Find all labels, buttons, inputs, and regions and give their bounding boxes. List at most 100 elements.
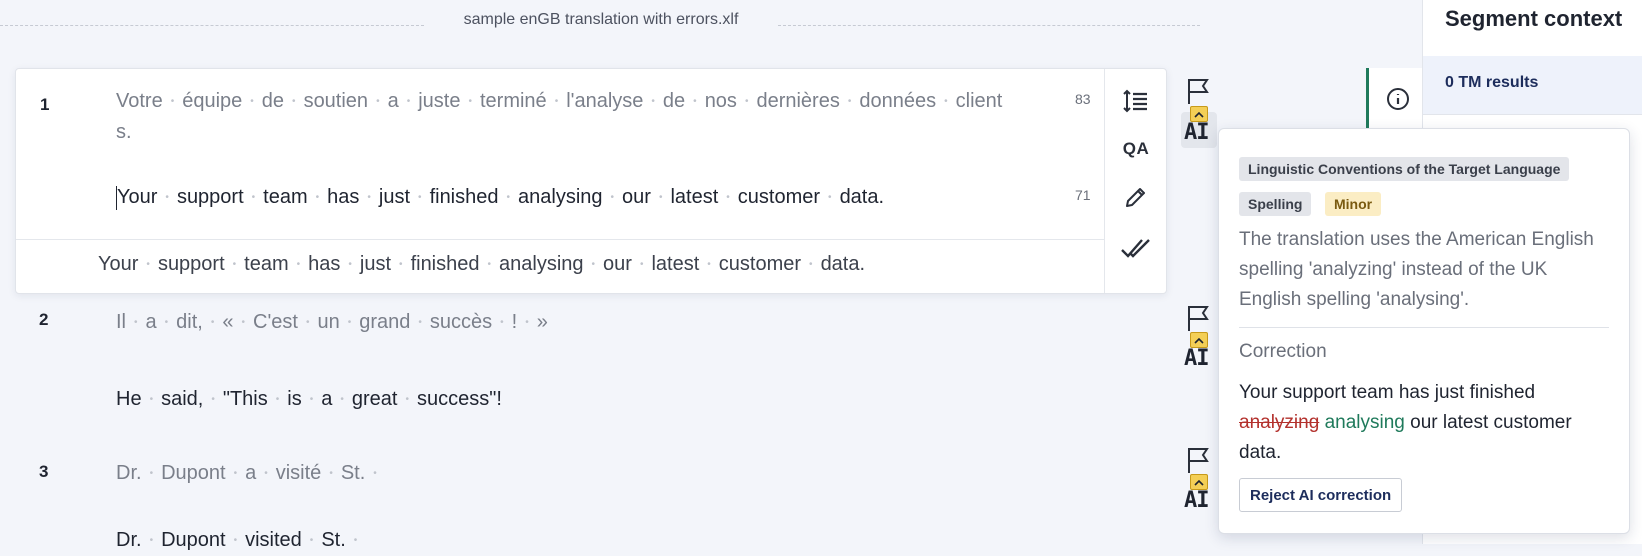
space-marker: • — [170, 95, 175, 107]
segment-1-target-editor[interactable]: Your • support • team • has • just • finished • anal… — [116, 182, 1076, 213]
panel-title: Segment context — [1445, 6, 1623, 31]
ai-correction-badge[interactable]: AI — [1181, 106, 1217, 148]
space-marker: • — [210, 316, 215, 328]
word-token: Your — [98, 253, 139, 275]
reject-ai-correction-button[interactable]: Reject AI correction — [1239, 478, 1403, 512]
info-tab[interactable] — [1366, 68, 1425, 132]
space-marker: • — [639, 258, 644, 270]
popover-divider — [1239, 327, 1609, 328]
segment-1-card[interactable]: 1 Votre • équipe • de • soutien • a • juste • termin… — [15, 68, 1167, 294]
correction-text: Your support team has just finished anal… — [1239, 378, 1614, 468]
ai-correction-badge[interactable]: AI — [1181, 332, 1217, 374]
space-marker: • — [406, 95, 411, 107]
word-token: support — [176, 186, 244, 208]
space-marker: • — [275, 393, 280, 405]
space-marker: • — [651, 95, 655, 107]
word-token: a — [245, 462, 257, 484]
ai-correction-popover: Linguistic Conventions of the Target Lan… — [1218, 128, 1630, 534]
space-marker: • — [292, 95, 296, 107]
space-marker: • — [693, 95, 697, 107]
space-marker: • — [134, 316, 138, 328]
header-divider-left — [0, 25, 424, 26]
segment-2-number: 2 — [39, 310, 49, 329]
flag-icon[interactable] — [1185, 445, 1215, 475]
segment-1-preview: Your • support • team • has • just • finished • anal… — [98, 249, 865, 280]
space-marker: • — [707, 258, 711, 270]
space-marker: • — [399, 258, 403, 270]
word-token: our — [622, 186, 651, 208]
space-marker: • — [944, 95, 948, 107]
word-token: success"! — [416, 388, 502, 410]
flag-icon[interactable] — [1185, 303, 1215, 333]
space-marker: • — [353, 534, 358, 546]
word-token: succès — [429, 311, 493, 333]
file-title: sample enGB translation with errors.xlf — [463, 11, 739, 28]
word-token: team — [263, 186, 308, 208]
word-token: Dupont — [161, 529, 226, 551]
double-check-icon[interactable] — [1119, 231, 1153, 265]
segment-3-number: 3 — [39, 462, 49, 481]
space-marker: • — [348, 258, 352, 270]
space-marker: • — [376, 95, 380, 107]
space-marker: • — [373, 467, 377, 479]
word-token: dit, — [176, 311, 203, 333]
ai-correction-badge[interactable]: AI — [1181, 474, 1217, 516]
space-marker: • — [468, 95, 472, 107]
correction-inserted: analysing — [1324, 412, 1405, 433]
correction-deleted: analyzing — [1239, 412, 1320, 433]
space-marker: • — [554, 95, 559, 107]
word-token: analysing — [499, 253, 584, 275]
word-token: C'est — [253, 311, 298, 333]
word-token: grand — [359, 311, 411, 333]
word-token: a — [145, 311, 157, 333]
qa-button[interactable]: QA — [1119, 132, 1153, 166]
segment-2-target[interactable]: He • said, • "This • is • a • great • success"! — [116, 384, 502, 415]
segment-3-target[interactable]: Dr. • Dupont • visited • St. • — [116, 525, 365, 556]
word-token: St. — [340, 462, 366, 484]
word-token: said, — [161, 388, 204, 410]
flag-icon[interactable] — [1185, 76, 1215, 106]
pencil-icon[interactable] — [1119, 180, 1153, 214]
space-marker: • — [149, 393, 154, 405]
word-token: dernières — [756, 90, 840, 112]
space-marker: • — [315, 191, 320, 203]
space-marker: • — [658, 191, 663, 203]
space-marker: • — [347, 316, 352, 328]
word-token: latest — [651, 253, 700, 275]
word-token-wrap: s. — [116, 120, 132, 143]
word-token: de — [662, 90, 686, 112]
tm-results-bar[interactable]: 0 TM results — [1423, 56, 1642, 115]
target-match-score: 71 — [1075, 187, 1091, 203]
space-marker: • — [487, 258, 492, 270]
word-token: just — [378, 186, 411, 208]
space-marker: • — [164, 316, 169, 328]
space-marker: • — [340, 393, 344, 405]
severity-chip: Minor — [1325, 192, 1382, 216]
ai-label: AI — [1184, 120, 1209, 145]
ai-label: AI — [1184, 488, 1209, 513]
space-marker: • — [309, 393, 314, 405]
word-token: is — [287, 388, 302, 410]
word-token: a — [387, 90, 399, 112]
word-token: customer — [737, 186, 821, 208]
list-icon[interactable] — [1119, 84, 1153, 118]
correction-before: Your support team has just finished — [1239, 382, 1536, 403]
word-token: He — [116, 388, 142, 410]
segment-tools: QA — [1104, 69, 1166, 293]
space-marker: • — [828, 191, 832, 203]
space-marker: • — [241, 316, 245, 328]
space-marker: • — [610, 191, 615, 203]
word-token: data. — [839, 186, 885, 208]
space-marker: • — [309, 534, 314, 546]
space-marker: • — [251, 191, 256, 203]
word-token: Dr. — [116, 529, 142, 551]
word-token: visité — [275, 462, 322, 484]
word-token: data. — [820, 253, 866, 275]
word-token: analysing — [518, 186, 603, 208]
word-token: team — [244, 253, 289, 275]
header-divider-right — [778, 25, 1200, 26]
word-token: just — [359, 253, 392, 275]
space-marker: • — [744, 95, 749, 107]
source-match-score: 83 — [1075, 91, 1091, 107]
error-type-chip: Spelling — [1239, 192, 1312, 216]
